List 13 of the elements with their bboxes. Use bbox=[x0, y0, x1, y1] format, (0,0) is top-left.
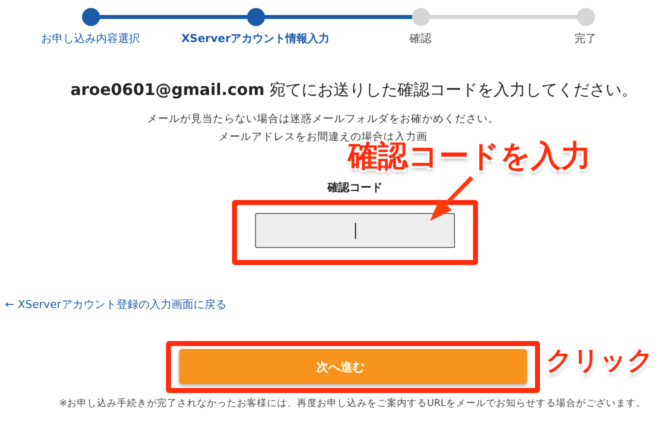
step-label: 完了 bbox=[574, 31, 596, 47]
instruction-heading: aroe0601@gmail.com 宛てにお送りした確認コードを入力してください。 bbox=[70, 78, 638, 100]
note-text: メールが見当たらない場合は迷惑メールフォルダをお確かめください。 bbox=[147, 112, 499, 126]
annotation-text: 確認コードを入力 bbox=[348, 142, 591, 172]
step-label: 確認 bbox=[410, 31, 432, 47]
step-label: XServerアカウント情報入力 bbox=[181, 31, 330, 47]
text-cursor-icon bbox=[354, 222, 356, 238]
field-label: 確認コード bbox=[328, 180, 382, 196]
annotation-text: クリック bbox=[546, 348, 654, 374]
footnote: ※お申し込み手続きが完了されなかったお客様には、再度お申し込みをご案内するURLをメールでお知らせする場合がございます。 bbox=[59, 397, 646, 411]
verification-code-field[interactable] bbox=[255, 213, 455, 248]
back-link[interactable]: ← XServerアカウント登録の入力画面に戻る bbox=[5, 298, 226, 311]
step-label: お申し込み内容選択 bbox=[41, 31, 140, 47]
